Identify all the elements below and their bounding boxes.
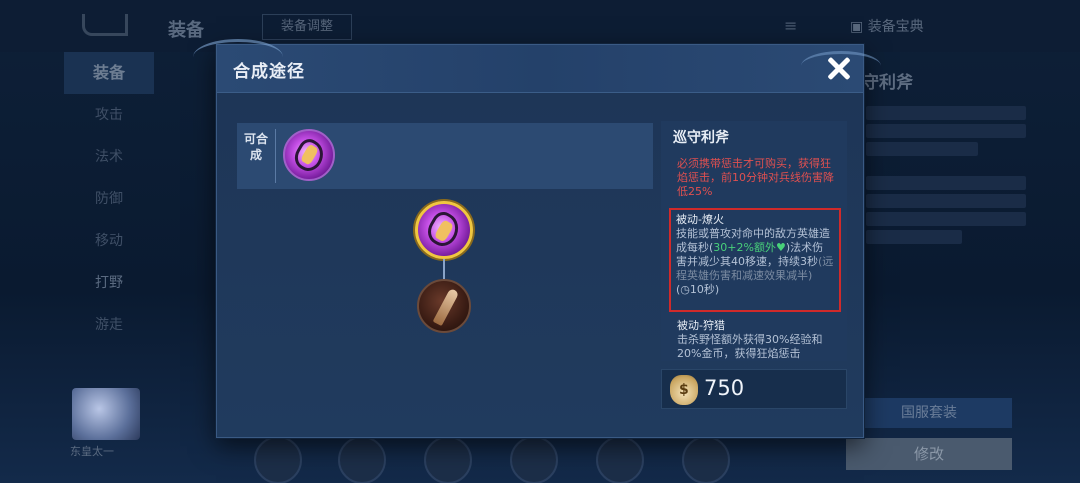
passive-burn-box: 被动-燎火 技能或普攻对命中的敌方英雄造成每秒(30+2%额外♥)法术伤害并减少… [669,208,841,312]
sidebar-item-roam[interactable]: 游走 [64,304,154,346]
item-warning: 必须携带惩击才可购买，获得狂焰惩击，前10分钟对兵线伤害降低25% [677,157,834,198]
sidebar-item-move[interactable]: 移动 [64,220,154,262]
hero-name: 东皇太一 [70,445,114,458]
sidebar-item-magic[interactable]: 法术 [64,136,154,178]
equip-slot[interactable] [424,436,472,483]
dialog-title: 合成途径 [233,62,305,82]
purple-axe-item-icon[interactable] [415,201,473,259]
back-icon[interactable] [82,14,128,36]
passive-hunt-text: 击杀野怪额外获得30%经验和20%金币，获得狂焰惩击 [677,333,823,360]
equip-slot[interactable] [254,436,302,483]
purple-axe-item-icon[interactable] [283,129,335,181]
passive-hunt-title: 被动-狩猎 [677,319,725,332]
passive-burn-scaling: 30+2%额外♥ [713,241,786,254]
modify-button[interactable]: 修改 [846,438,1012,470]
hunting-blade-item-icon[interactable] [417,279,471,333]
sidebar-item-equipment[interactable]: 装备 [64,52,154,94]
dialog-header: 合成途径 [193,39,881,93]
equipment-dictionary-label: 装备宝典 [867,19,924,35]
passive-burn-title: 被动-燎火 [676,213,724,226]
menu-icon[interactable]: ≡ [784,16,797,35]
divider [275,129,276,183]
price-box: 750 [661,369,847,409]
coin-bag-icon [670,375,698,405]
equipment-dictionary-link[interactable]: ▣ 装备宝典 [850,16,924,36]
category-sidebar: 装备 攻击 法术 防御 移动 打野 游走 [64,52,154,352]
server-build-button[interactable]: 国服套装 [846,398,1012,428]
equip-slot[interactable] [682,436,730,483]
item-price: 750 [704,376,745,400]
passive-hunt: 被动-狩猎 击杀野怪额外获得30%经验和20%金币，获得狂焰惩击 [677,319,839,361]
equip-slot[interactable] [338,436,386,483]
hero-avatar[interactable] [72,388,140,440]
equip-slot[interactable] [596,436,644,483]
passive-burn-cooldown: (◷10秒) [676,283,720,296]
bg-item-description [866,106,1026,248]
composable-label: 可合成 [243,132,268,162]
item-name: 巡守利斧 [673,130,729,146]
composable-row: 可合成 [237,123,653,189]
page-title: 装备 [168,20,204,41]
synthesis-path-dialog: 合成途径 可合成 巡守利斧 必须携带惩击才可购买，获得狂焰惩击，前10分钟对兵线… [193,39,881,438]
item-info-panel: 巡守利斧 必须携带惩击才可购买，获得狂焰惩击，前10分钟对兵线伤害降低25% 被… [661,121,847,361]
passive-burn-text: 技能或普攻对命中的敌方英雄造成每秒(30+2%额外♥)法术伤害并减少其40移速，… [676,227,834,283]
close-icon[interactable] [821,51,857,87]
sidebar-item-attack[interactable]: 攻击 [64,94,154,136]
sidebar-item-defense[interactable]: 防御 [64,178,154,220]
equip-slot[interactable] [510,436,558,483]
equipment-adjust-tab[interactable]: 装备调整 [262,14,352,40]
sidebar-item-jungle[interactable]: 打野 [64,262,154,304]
